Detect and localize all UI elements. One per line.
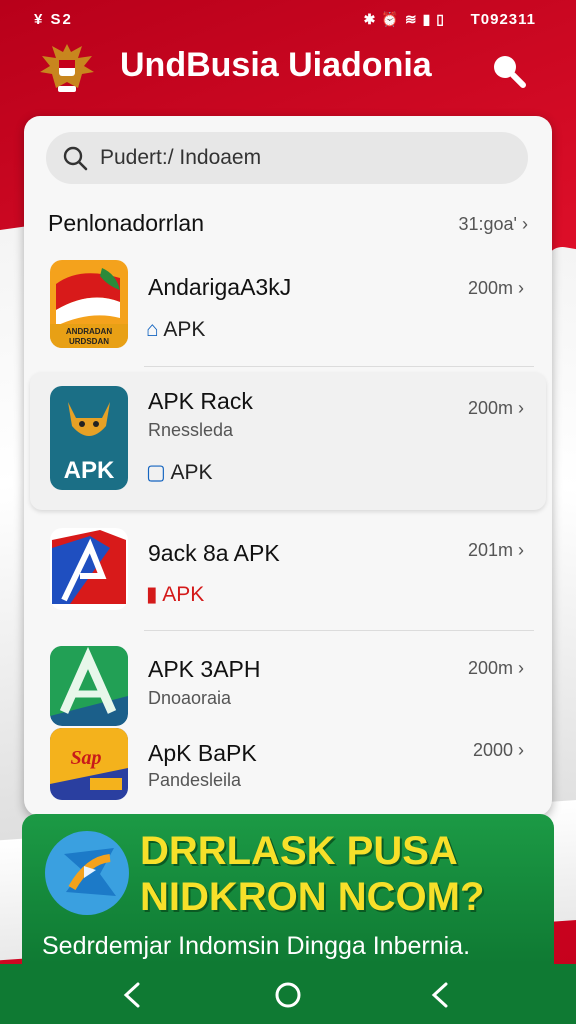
app-icon-green-a <box>50 646 128 726</box>
chevron-right-icon: › <box>518 540 524 560</box>
chevron-right-icon: › <box>518 658 524 678</box>
app-icon-colorful: Sap <box>50 728 128 800</box>
size-label: 200m <box>467 278 513 298</box>
app-list-card: Penlonadorrlan 31:goa' › ANDRADAN URDSDA… <box>24 116 552 816</box>
apk-tag: ▮ APK <box>146 582 204 607</box>
alarm-icon: ⏰ <box>381 11 405 27</box>
section-title: Penlonadorrlan <box>48 210 205 236</box>
size-label: 2000 <box>472 740 513 760</box>
tag-label: APK <box>162 583 205 606</box>
banner-logo-icon <box>45 831 129 915</box>
section-more-link[interactable]: 31:goa' › <box>458 214 528 235</box>
status-left: ¥ S2 <box>34 11 73 28</box>
search-icon <box>63 146 88 171</box>
garuda-emblem-icon <box>40 44 94 92</box>
recents-icon[interactable] <box>424 978 458 1012</box>
item-subtitle: Pandesleila <box>148 770 242 790</box>
item-name: AndarigaA3kJ <box>148 274 292 300</box>
divider <box>144 630 534 631</box>
chevron-right-icon: › <box>518 398 524 418</box>
wifi-icon: ≋ <box>404 11 423 27</box>
search-bar[interactable] <box>46 132 528 184</box>
item-subtitle: Dnoaoraia <box>148 688 232 708</box>
promo-banner[interactable]: DRRLASK PUSA NIDKRON NCOM? Sedrdemjar In… <box>22 814 554 964</box>
svg-text:URDSDAN: URDSDAN <box>69 337 109 346</box>
item-size: 200m › <box>468 658 524 679</box>
search-input[interactable] <box>98 142 502 174</box>
bluetooth-icon: ✱ <box>363 11 382 27</box>
size-label: 200m <box>467 398 513 418</box>
chevron-right-icon: › <box>518 740 524 760</box>
app-icon-apk-fox: APK <box>50 386 128 490</box>
list-item[interactable]: Sap ApK BaPK Pandesleila 2000 › <box>32 724 544 808</box>
item-size: 200m › <box>468 398 524 419</box>
list-item[interactable]: ANDRADAN URDSDAN AndarigaA3kJ ⌂ APK 200m… <box>32 256 544 356</box>
item-name: APK 3APH <box>148 656 261 682</box>
size-label: 200m <box>467 658 513 678</box>
chevron-right-icon: › <box>518 278 524 298</box>
chevron-right-icon: › <box>522 214 528 234</box>
status-icons: ✱⏰≋▮▯ <box>364 11 450 28</box>
item-name: APK Rack <box>148 388 253 414</box>
item-name: 9ack 8a APK <box>148 540 280 566</box>
svg-text:Sap: Sap <box>70 747 101 769</box>
battery-icon: ▯ <box>436 11 450 27</box>
package-icon: ▢ <box>146 461 166 484</box>
item-size: 2000 › <box>473 740 524 761</box>
divider <box>144 366 534 367</box>
icon-text: APK <box>64 457 115 484</box>
svg-text:ANDRADAN: ANDRADAN <box>66 327 112 336</box>
banner-headline: DRRLASK PUSA NIDKRON NCOM? <box>140 828 550 920</box>
signal-icon: ▮ <box>422 11 437 27</box>
home-icon[interactable] <box>271 978 305 1012</box>
list-item[interactable]: APK APK Rack Rnessleda ▢ APK 200m › <box>32 378 544 498</box>
list-item[interactable]: APK 3APH Dnoaoraia 200m › <box>32 642 544 726</box>
list-item[interactable]: 9ack 8a APK ▮ APK 201m › <box>32 524 544 624</box>
banner-headline-line2: NIDKRON NCOM? <box>140 875 485 919</box>
banner-tagline: Sedrdemjar Indomsin Dingga Inbernia. <box>42 932 471 960</box>
package-icon: ▮ <box>146 583 158 606</box>
package-icon: ⌂ <box>146 318 159 341</box>
app-title: UndBusia Uiadonia <box>120 46 432 84</box>
app-icon-red-a <box>50 528 128 610</box>
nav-bar <box>0 964 576 1024</box>
item-size: 200m › <box>468 278 524 299</box>
app-bar: UndBusia Uiadonia <box>0 40 576 104</box>
apk-tag: ⌂ APK <box>146 318 205 342</box>
apk-tag: ▢ APK <box>146 460 213 485</box>
back-icon[interactable] <box>116 978 150 1012</box>
tag-label: APK <box>170 461 213 484</box>
app-icon-flag: ANDRADAN URDSDAN <box>50 260 128 348</box>
item-name: ApK BaPK <box>148 740 257 766</box>
status-time: T092311 <box>470 11 536 28</box>
banner-headline-line1: DRRLASK PUSA <box>140 829 458 873</box>
item-subtitle: Rnessleda <box>148 420 234 440</box>
section-more-label: 31:goa' <box>458 214 517 234</box>
item-size: 201m › <box>468 540 524 561</box>
tag-label: APK <box>163 318 206 341</box>
search-icon[interactable] <box>488 50 528 90</box>
size-label: 201m <box>467 540 513 560</box>
status-bar: ¥ S2 ✱⏰≋▮▯ T092311 <box>0 0 576 40</box>
